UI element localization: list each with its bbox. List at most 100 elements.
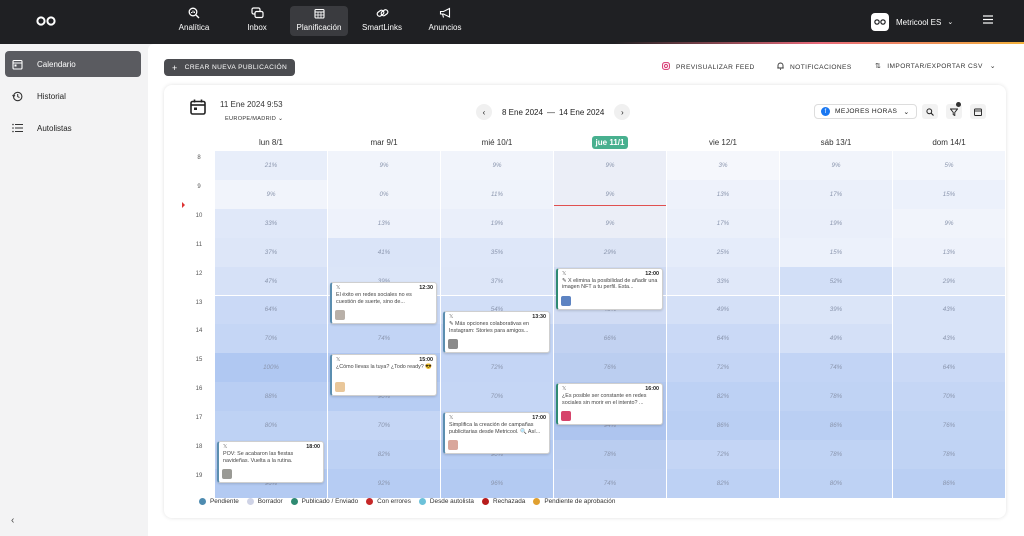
nav-anuncios[interactable]: Anuncios bbox=[424, 6, 466, 36]
time-slot[interactable]: 25% bbox=[667, 237, 780, 267]
time-slot[interactable]: 72% bbox=[667, 440, 780, 469]
timezone-selector[interactable]: EUROPE/MADRID ⌄ bbox=[225, 115, 283, 122]
time-slot[interactable]: 52% bbox=[780, 266, 893, 296]
scheduled-post-card[interactable]: 𝕏 16:00 ¿Es posible ser constante en redes… bbox=[556, 383, 663, 426]
time-slot[interactable]: 70% bbox=[328, 411, 441, 440]
time-slot[interactable]: 76% bbox=[554, 353, 667, 383]
nav-inbox[interactable]: Inbox bbox=[237, 6, 277, 36]
time-slot[interactable]: 21% bbox=[215, 151, 328, 180]
day-header[interactable]: dom 14/1 bbox=[893, 135, 1005, 150]
time-slot[interactable]: 13% bbox=[328, 208, 441, 238]
time-slot[interactable]: 49% bbox=[667, 295, 780, 325]
time-slot[interactable]: 76% bbox=[893, 411, 1006, 440]
time-slot[interactable]: 11% bbox=[441, 179, 554, 209]
time-slot[interactable]: 64% bbox=[215, 295, 328, 325]
time-slot[interactable]: 86% bbox=[667, 411, 780, 440]
day-header[interactable]: mar 9/1 bbox=[328, 135, 440, 150]
time-slot[interactable]: 70% bbox=[893, 382, 1006, 412]
time-slot[interactable]: 74% bbox=[328, 324, 441, 354]
time-slot[interactable]: 37% bbox=[441, 266, 554, 296]
time-slot[interactable]: 47% bbox=[215, 266, 328, 296]
time-slot[interactable]: 29% bbox=[554, 237, 667, 267]
time-slot[interactable]: 74% bbox=[554, 468, 667, 498]
time-slot[interactable]: 39% bbox=[780, 295, 893, 325]
time-slot[interactable]: 100% bbox=[215, 353, 328, 383]
time-slot[interactable]: 72% bbox=[441, 353, 554, 383]
time-slot[interactable]: 9% bbox=[328, 151, 441, 180]
time-slot[interactable]: 82% bbox=[667, 382, 780, 412]
time-slot[interactable]: 70% bbox=[215, 324, 328, 354]
time-slot[interactable]: 78% bbox=[893, 440, 1006, 469]
day-header[interactable]: vie 12/1 bbox=[667, 135, 779, 150]
scheduled-post-card[interactable]: 𝕏 13:30 ✎ Más opciones colaborativas en In… bbox=[443, 310, 550, 353]
time-slot[interactable]: 78% bbox=[780, 440, 893, 469]
time-slot[interactable]: 15% bbox=[780, 237, 893, 267]
time-slot[interactable]: 9% bbox=[554, 151, 667, 180]
time-slot[interactable]: 35% bbox=[441, 237, 554, 267]
day-header[interactable]: jue 11/1 bbox=[554, 135, 666, 150]
time-slot[interactable]: 9% bbox=[441, 151, 554, 180]
day-header[interactable]: sáb 13/1 bbox=[780, 135, 892, 150]
time-slot[interactable]: 15% bbox=[893, 179, 1006, 209]
time-slot[interactable]: 86% bbox=[893, 468, 1006, 498]
next-week-button[interactable]: › bbox=[614, 104, 631, 120]
time-slot[interactable]: 33% bbox=[215, 208, 328, 238]
nav-planificacion[interactable]: Planificación bbox=[290, 6, 348, 36]
time-slot[interactable]: 74% bbox=[780, 353, 893, 383]
time-slot[interactable]: 64% bbox=[893, 353, 1006, 383]
scheduled-post-card[interactable]: 𝕏 15:00 ¿Cómo llevas la tuya? ¿Todo ready?… bbox=[330, 354, 437, 397]
time-slot[interactable]: 33% bbox=[667, 266, 780, 296]
time-slot[interactable]: 9% bbox=[215, 179, 328, 209]
time-slot[interactable]: 78% bbox=[554, 440, 667, 469]
time-slot[interactable]: 17% bbox=[780, 179, 893, 209]
search-button[interactable] bbox=[922, 104, 938, 119]
notifications-button[interactable]: NOTIFICACIONES bbox=[777, 62, 852, 72]
time-slot[interactable]: 13% bbox=[667, 179, 780, 209]
calendar-view-button[interactable] bbox=[970, 104, 986, 119]
time-slot[interactable]: 5% bbox=[893, 151, 1006, 180]
time-slot[interactable]: 49% bbox=[780, 324, 893, 354]
sidebar-item-calendario[interactable]: Calendario bbox=[5, 51, 141, 77]
hamburger-menu-icon[interactable] bbox=[983, 15, 993, 24]
collapse-sidebar-icon[interactable]: ‹ bbox=[11, 515, 14, 526]
import-export-csv-button[interactable]: ⇅ IMPORTAR/EXPORTAR CSV ⌄ bbox=[875, 62, 996, 71]
create-post-button[interactable]: + CREAR NUEVA PUBLICACIÓN bbox=[164, 59, 296, 76]
time-slot[interactable]: 0% bbox=[328, 179, 441, 209]
scheduled-post-card[interactable]: 𝕏 18:00 POV: Se acabaron las fiestas navid… bbox=[217, 441, 324, 483]
best-hours-selector[interactable]: f MEJORES HORAS ⌄ bbox=[814, 104, 917, 119]
time-slot[interactable]: 80% bbox=[215, 411, 328, 440]
time-slot[interactable]: 3% bbox=[667, 151, 780, 180]
time-slot[interactable]: 19% bbox=[780, 208, 893, 238]
time-slot[interactable]: 13% bbox=[893, 237, 1006, 267]
scheduled-post-card[interactable]: 𝕏 12:00 ✎ X elimina la posibilidad de añad… bbox=[556, 267, 663, 310]
preview-feed-button[interactable]: PREVISUALIZAR FEED bbox=[662, 62, 755, 72]
time-slot[interactable]: 82% bbox=[667, 468, 780, 498]
nav-smartlinks[interactable]: SmartLinks bbox=[359, 6, 405, 36]
time-slot[interactable]: 80% bbox=[780, 468, 893, 498]
previous-week-button[interactable]: ‹ bbox=[476, 104, 492, 120]
sidebar-item-historial[interactable]: Historial bbox=[5, 83, 141, 109]
day-header[interactable]: lun 8/1 bbox=[215, 135, 327, 150]
time-slot[interactable]: 43% bbox=[893, 295, 1006, 325]
sidebar-item-autolistas[interactable]: Autolistas bbox=[5, 115, 141, 141]
time-slot[interactable]: 66% bbox=[554, 324, 667, 354]
time-slot[interactable]: 92% bbox=[328, 468, 441, 498]
time-slot[interactable]: 86% bbox=[780, 411, 893, 440]
time-slot[interactable]: 43% bbox=[893, 324, 1006, 354]
time-slot[interactable]: 37% bbox=[215, 237, 328, 267]
filter-button[interactable] bbox=[946, 102, 962, 119]
time-slot[interactable]: 17% bbox=[667, 208, 780, 238]
day-header[interactable]: mié 10/1 bbox=[441, 135, 553, 150]
time-slot[interactable]: 78% bbox=[780, 382, 893, 412]
time-slot[interactable]: 9% bbox=[780, 151, 893, 180]
time-slot[interactable]: 41% bbox=[328, 237, 441, 267]
scheduled-post-card[interactable]: 𝕏 12:30 El éxito en redes sociales no es c… bbox=[330, 282, 437, 325]
time-slot[interactable]: 70% bbox=[441, 382, 554, 412]
time-slot[interactable]: 64% bbox=[667, 324, 780, 354]
time-slot[interactable]: 96% bbox=[441, 468, 554, 498]
time-slot[interactable]: 19% bbox=[441, 208, 554, 238]
metricool-logo[interactable] bbox=[36, 16, 56, 26]
time-slot[interactable]: 88% bbox=[215, 382, 328, 412]
scheduled-post-card[interactable]: 𝕏 17:00 Simplifica la creación de campañas… bbox=[443, 412, 550, 455]
time-slot[interactable]: 29% bbox=[893, 266, 1006, 296]
